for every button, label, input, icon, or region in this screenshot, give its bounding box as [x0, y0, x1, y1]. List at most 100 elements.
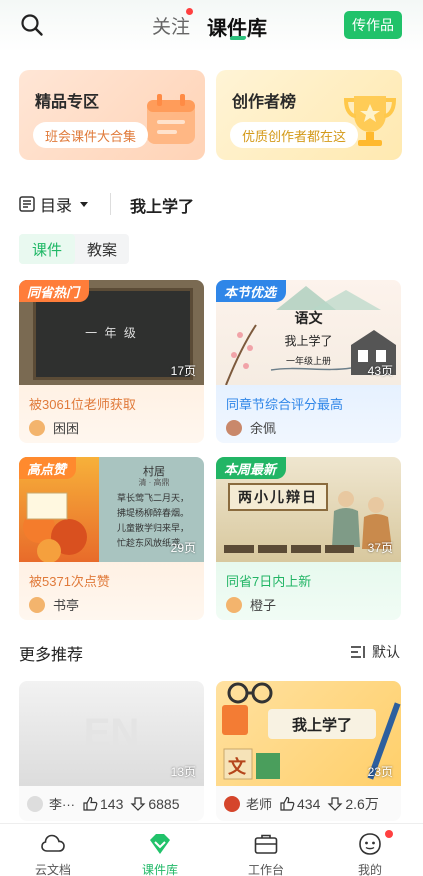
- page-count: 23页: [367, 765, 393, 779]
- nav-workbench[interactable]: 工作台: [226, 824, 306, 876]
- nav-label: 课件库: [141, 863, 178, 876]
- poem-line: 儿童散学归来早，: [117, 523, 190, 533]
- tab-courseware-type[interactable]: 课件: [19, 234, 75, 264]
- courseware-card[interactable]: 语文 我上学了 一年级上册 本节优选 43页 同章节综合评分最高 余佩: [216, 280, 401, 443]
- publish-button[interactable]: 传作品: [344, 11, 402, 39]
- thumbnail-text: 一 年 级: [85, 326, 138, 340]
- card-info: 被5371次点赞 书亭: [19, 562, 204, 620]
- card-author: 书亭: [29, 595, 79, 614]
- card-author: 余佩: [226, 418, 276, 437]
- thumbnail-text: EN: [83, 711, 140, 755]
- courseware-icon: [150, 834, 170, 854]
- page-count: 29页: [170, 541, 196, 555]
- featured-zone-title: 精品专区: [35, 94, 100, 111]
- current-lesson: 我上学了: [130, 199, 195, 216]
- sort-icon: [351, 646, 365, 658]
- divider: [110, 193, 111, 215]
- creator-rank-title: 创作者榜: [232, 94, 297, 111]
- author-name: 李···: [49, 797, 75, 812]
- likes-stat: 143: [82, 796, 123, 812]
- downloads-stat: 6885: [130, 795, 180, 812]
- autumn-leaves-illustration: [23, 492, 87, 562]
- creator-rank-pill: 优质创作者都在这: [230, 122, 359, 148]
- card-meta: 李··· 143 6885: [19, 786, 204, 821]
- author-name: 书亭: [53, 598, 80, 613]
- page-count: 13页: [170, 765, 196, 779]
- card-thumbnail: 村居 清 · 高鼎 草长莺飞二月天， 拂堤杨柳醉春烟。 儿童散学归来早， 忙趁东…: [19, 457, 204, 562]
- thumbs-up-icon: [280, 796, 295, 811]
- card-thumbnail: 一 年 级 同省热门 17页: [19, 280, 204, 385]
- featured-zone-pill: 班会课件大合集: [33, 122, 149, 148]
- page-count: 17页: [170, 364, 196, 378]
- nav-label: 我的: [357, 863, 382, 876]
- badge: 本周最新: [216, 457, 287, 479]
- card-info: 同章节综合评分最高 余佩: [216, 385, 401, 443]
- directory-label: 目录: [40, 198, 73, 215]
- download-icon: [327, 796, 343, 811]
- list-icon: [19, 196, 35, 212]
- recommend-card[interactable]: 我上学了 文 23页 老师 434 2.6万: [216, 681, 401, 821]
- card-thumbnail: 语文 我上学了 一年级上册 本节优选 43页: [216, 280, 401, 385]
- badge: 本节优选: [216, 280, 287, 302]
- search-icon[interactable]: [20, 13, 44, 37]
- badge: 同省热门: [19, 280, 90, 302]
- likes-stat: 434: [279, 796, 320, 812]
- creator-rank-card[interactable]: 创作者榜 优质创作者都在这: [216, 70, 402, 160]
- badge: 高点赞: [19, 457, 77, 479]
- nav-label: 云文档: [34, 863, 71, 876]
- more-recommend-title: 更多推荐: [19, 647, 84, 664]
- recommend-card[interactable]: EN 13页 李··· 143 6885: [19, 681, 204, 821]
- content-type-tabs: 课件 教案: [19, 234, 129, 264]
- thumbnail-title: 两小儿辩日: [228, 483, 328, 511]
- poem-line: 草长莺飞二月天，: [117, 493, 190, 503]
- bottom-nav: 云文档 课件库 工作台 我的: [0, 823, 423, 876]
- thumbnail-title: 语文: [294, 310, 323, 326]
- featured-zone-card[interactable]: 精品专区 班会课件大合集: [19, 70, 205, 160]
- directory-selector[interactable]: 目录: [19, 192, 90, 216]
- nav-courseware[interactable]: 课件库: [120, 824, 200, 876]
- card-description: 同省7日内上新: [226, 574, 312, 589]
- author-name: 余佩: [250, 421, 277, 436]
- tab-follow[interactable]: 关注: [152, 12, 190, 39]
- sort-label: 默认: [372, 644, 400, 660]
- courseware-card[interactable]: 两小儿辩日 本周最新 37页 同省7日内上新 橙子: [216, 457, 401, 620]
- downloads-stat: 2.6万: [327, 794, 379, 814]
- caret-down-icon: [80, 202, 89, 207]
- thumbnail-buttons: [224, 545, 354, 553]
- downloads-count: 6885: [148, 795, 180, 812]
- nav-cloud-docs[interactable]: 云文档: [13, 824, 93, 876]
- download-icon: [130, 796, 146, 811]
- thumbs-up-icon: [83, 796, 98, 811]
- card-meta: 老师 434 2.6万: [216, 786, 401, 821]
- card-description: 被5371次点赞: [29, 574, 110, 589]
- card-author: 橙子: [226, 595, 276, 614]
- author-name: 老师: [246, 797, 273, 812]
- avatar: [226, 419, 242, 436]
- courseware-card[interactable]: 村居 清 · 高鼎 草长莺飞二月天， 拂堤杨柳醉春烟。 儿童散学归来早， 忙趁东…: [19, 457, 204, 620]
- thumbnail-title: 我上学了: [268, 709, 376, 739]
- briefcase-icon: [254, 834, 278, 854]
- likes-count: 143: [100, 795, 124, 812]
- notification-dot: [385, 830, 393, 838]
- avatar: [224, 795, 240, 812]
- avatar: [29, 419, 45, 436]
- cloud-icon: [41, 834, 65, 852]
- card-description: 同章节综合评分最高: [226, 397, 344, 412]
- card-thumbnail: 我上学了 文 23页: [216, 681, 401, 786]
- nav-profile[interactable]: 我的: [330, 824, 410, 876]
- sort-selector[interactable]: 默认: [350, 642, 400, 662]
- top-bar: 关注 课件库 传作品: [0, 0, 423, 52]
- courseware-card[interactable]: 一 年 级 同省热门 17页 被3061位老师获取 困困: [19, 280, 204, 443]
- thumbnail-character: 文: [228, 757, 246, 777]
- card-thumbnail: EN 13页: [19, 681, 204, 786]
- avatar: [226, 596, 242, 613]
- active-tab-indicator: [229, 36, 247, 40]
- calendar-icon: [147, 94, 195, 144]
- author-name: 困困: [53, 421, 80, 436]
- avatar: [27, 795, 43, 812]
- card-info: 同省7日内上新 橙子: [216, 562, 401, 620]
- likes-count: 434: [297, 795, 321, 812]
- notification-dot: [186, 8, 193, 15]
- card-author: 困困: [29, 418, 79, 437]
- tab-lesson-plan[interactable]: 教案: [75, 234, 129, 264]
